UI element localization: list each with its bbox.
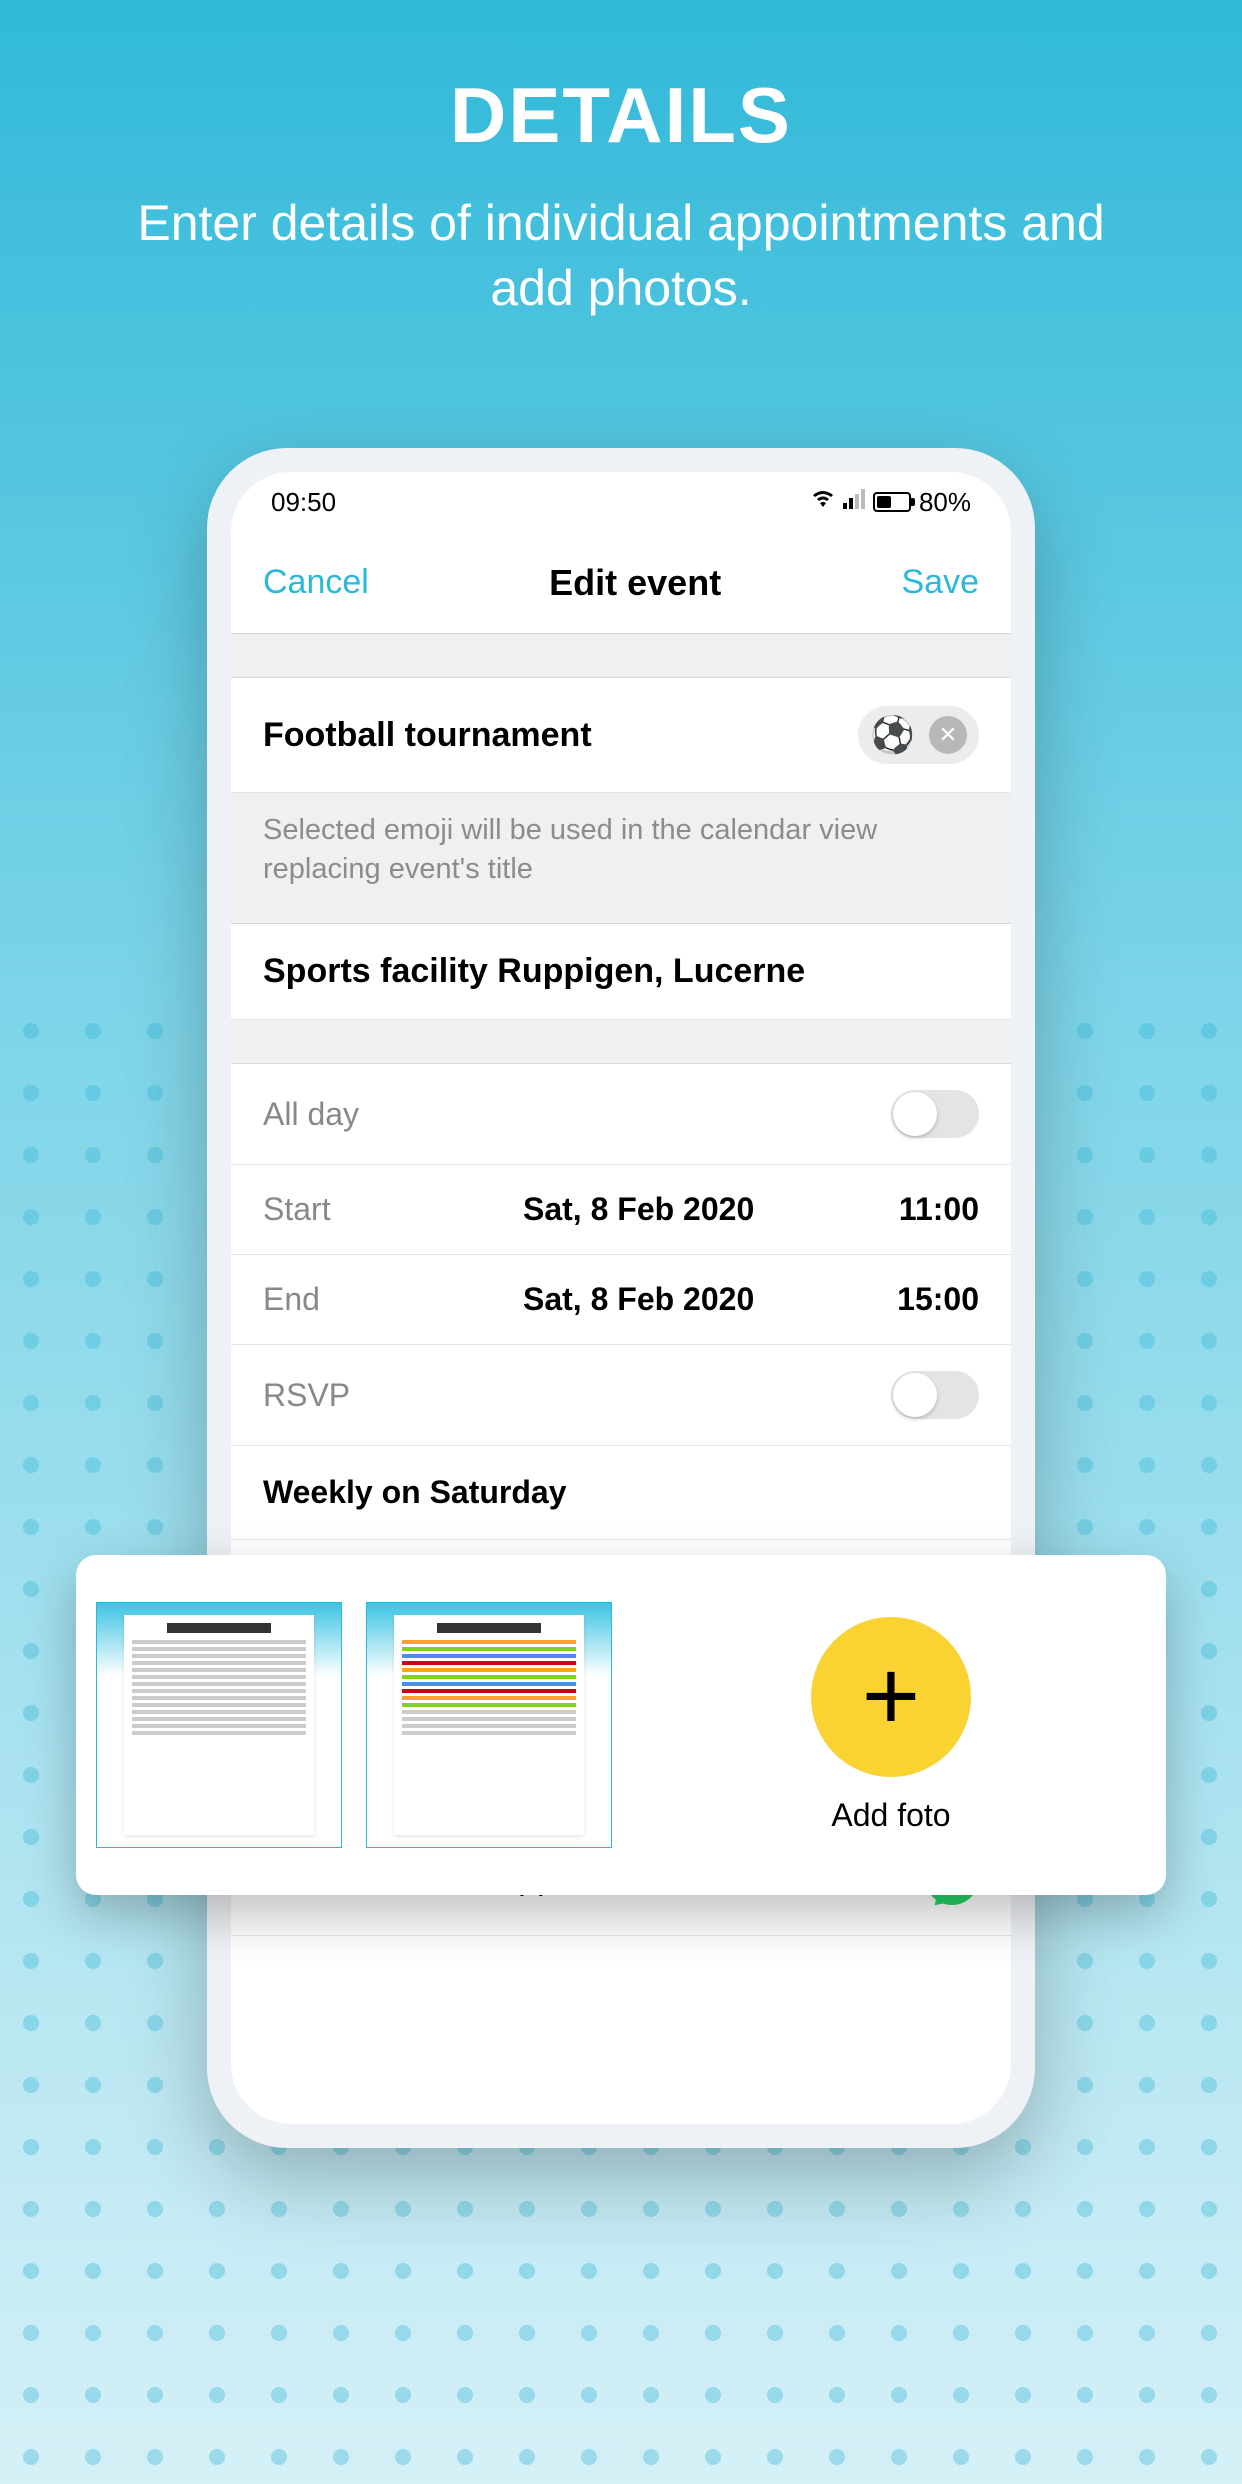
all-day-toggle[interactable] — [891, 1090, 979, 1138]
recurrence-row[interactable]: Weekly on Saturday — [231, 1446, 1011, 1540]
section-spacer — [231, 1020, 1011, 1064]
start-time[interactable]: 11:00 — [859, 1191, 979, 1228]
emoji-selector[interactable]: ⚽ ✕ — [858, 706, 979, 764]
end-label: End — [263, 1281, 523, 1318]
event-title-input[interactable]: Football tournament — [263, 716, 592, 755]
end-date[interactable]: Sat, 8 Feb 2020 — [523, 1281, 859, 1318]
photo-attachments-bar: + Add foto — [76, 1555, 1166, 1895]
all-day-row: All day — [231, 1064, 1011, 1165]
content-fill — [231, 1936, 1011, 2124]
rsvp-label: RSVP — [263, 1377, 350, 1414]
battery-icon — [873, 492, 911, 512]
nav-bar: Cancel Edit event Save — [231, 532, 1011, 634]
promo-subtitle: Enter details of individual appointments… — [0, 191, 1242, 321]
battery-percent: 80% — [919, 487, 971, 518]
section-spacer — [231, 634, 1011, 678]
promo-header: DETAILS Enter details of individual appo… — [0, 0, 1242, 321]
save-button[interactable]: Save — [901, 563, 979, 602]
location-row[interactable]: Sports facility Ruppigen, Lucerne — [231, 924, 1011, 1020]
promo-title: DETAILS — [0, 70, 1242, 161]
rsvp-row: RSVP — [231, 1345, 1011, 1446]
end-time[interactable]: 15:00 — [859, 1281, 979, 1318]
nav-title: Edit event — [549, 562, 721, 604]
recurrence-text[interactable]: Weekly on Saturday — [263, 1474, 567, 1511]
photo-thumbnail-2[interactable] — [366, 1602, 612, 1848]
clear-emoji-button[interactable]: ✕ — [929, 716, 967, 754]
cancel-button[interactable]: Cancel — [263, 563, 369, 602]
plus-icon: + — [811, 1617, 971, 1777]
start-label: Start — [263, 1191, 523, 1228]
status-right: 80% — [811, 487, 971, 518]
add-photo-label: Add foto — [831, 1797, 950, 1834]
photo-thumbnail-1[interactable] — [96, 1602, 342, 1848]
rsvp-toggle[interactable] — [891, 1371, 979, 1419]
status-bar: 09:50 80% — [231, 472, 1011, 532]
end-row[interactable]: End Sat, 8 Feb 2020 15:00 — [231, 1255, 1011, 1345]
all-day-label: All day — [263, 1096, 359, 1133]
wifi-icon — [811, 489, 835, 515]
add-photo-button[interactable]: + Add foto — [636, 1617, 1146, 1834]
event-title-row[interactable]: Football tournament ⚽ ✕ — [231, 678, 1011, 793]
status-time: 09:50 — [271, 487, 336, 518]
emoji-hint: Selected emoji will be used in the calen… — [231, 793, 1011, 924]
location-input[interactable]: Sports facility Ruppigen, Lucerne — [263, 952, 805, 991]
soccer-ball-icon[interactable]: ⚽ — [870, 714, 915, 756]
start-row[interactable]: Start Sat, 8 Feb 2020 11:00 — [231, 1165, 1011, 1255]
signal-icon — [843, 489, 865, 515]
start-date[interactable]: Sat, 8 Feb 2020 — [523, 1191, 859, 1228]
